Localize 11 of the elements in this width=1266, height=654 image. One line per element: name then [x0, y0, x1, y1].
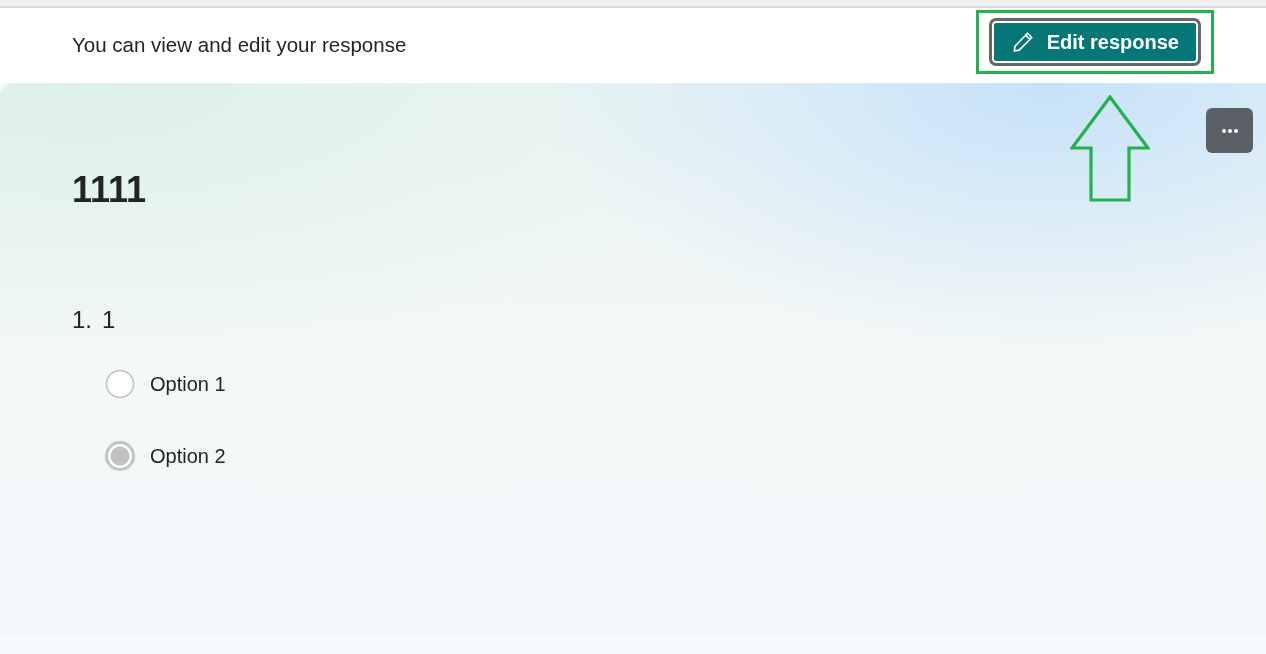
- up-arrow-icon: [1069, 95, 1150, 202]
- option-label: Option 2: [150, 444, 226, 468]
- more-options-button[interactable]: [1206, 108, 1253, 153]
- option-label: Option 1: [150, 372, 226, 396]
- question-text: 1: [102, 305, 116, 335]
- more-icon: [1221, 128, 1238, 133]
- question-number: 1.: [72, 305, 92, 335]
- info-message: You can view and edit your response: [72, 32, 407, 59]
- edit-response-button[interactable]: Edit response: [988, 18, 1201, 66]
- form-title: 1111: [72, 168, 147, 212]
- pencil-icon: [1010, 30, 1035, 54]
